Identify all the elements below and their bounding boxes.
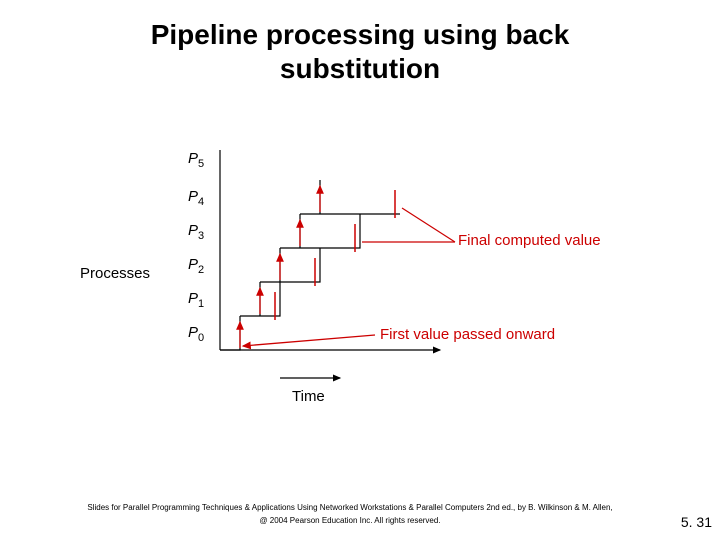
- footer-line-1: Slides for Parallel Programming Techniqu…: [87, 503, 612, 512]
- title-line-2: substitution: [280, 53, 440, 84]
- footer-attribution: Slides for Parallel Programming Techniqu…: [30, 502, 670, 528]
- footer-line-2: @ 2004 Pearson Education Inc. All rights…: [259, 516, 440, 525]
- pipeline-diagram: Processes P5 P4 P3 P2 P1 P0: [80, 150, 640, 450]
- slide-title: Pipeline processing using back substitut…: [0, 0, 720, 85]
- annotation-first-value: First value passed onward: [380, 326, 555, 343]
- title-line-1: Pipeline processing using back: [151, 19, 570, 50]
- annotation-final-value: Final computed value: [458, 232, 601, 249]
- x-axis-label: Time: [292, 388, 325, 405]
- diagram-svg: [80, 150, 640, 450]
- page-number: 5. 31: [681, 514, 712, 530]
